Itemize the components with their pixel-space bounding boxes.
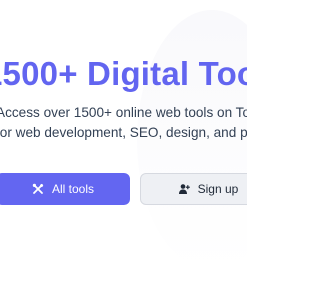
tools-icon — [32, 183, 44, 195]
hero-section: 1500+ Digital Tools Access over 1500+ on… — [0, 0, 247, 296]
all-tools-button[interactable]: All tools — [0, 173, 130, 205]
all-tools-label: All tools — [51, 182, 95, 196]
page-title: 1500+ Digital Tools — [0, 55, 247, 92]
hero-subtitle: Access over 1500+ online web tools on To… — [0, 103, 247, 143]
sign-up-button[interactable]: Sign up — [140, 173, 247, 205]
subtitle-line-2: for web development, SEO, design, and pr… — [0, 125, 247, 140]
subtitle-line-1: Access over 1500+ online web tools on To… — [0, 105, 247, 120]
user-plus-icon — [178, 183, 190, 195]
sign-up-label: Sign up — [197, 182, 239, 196]
